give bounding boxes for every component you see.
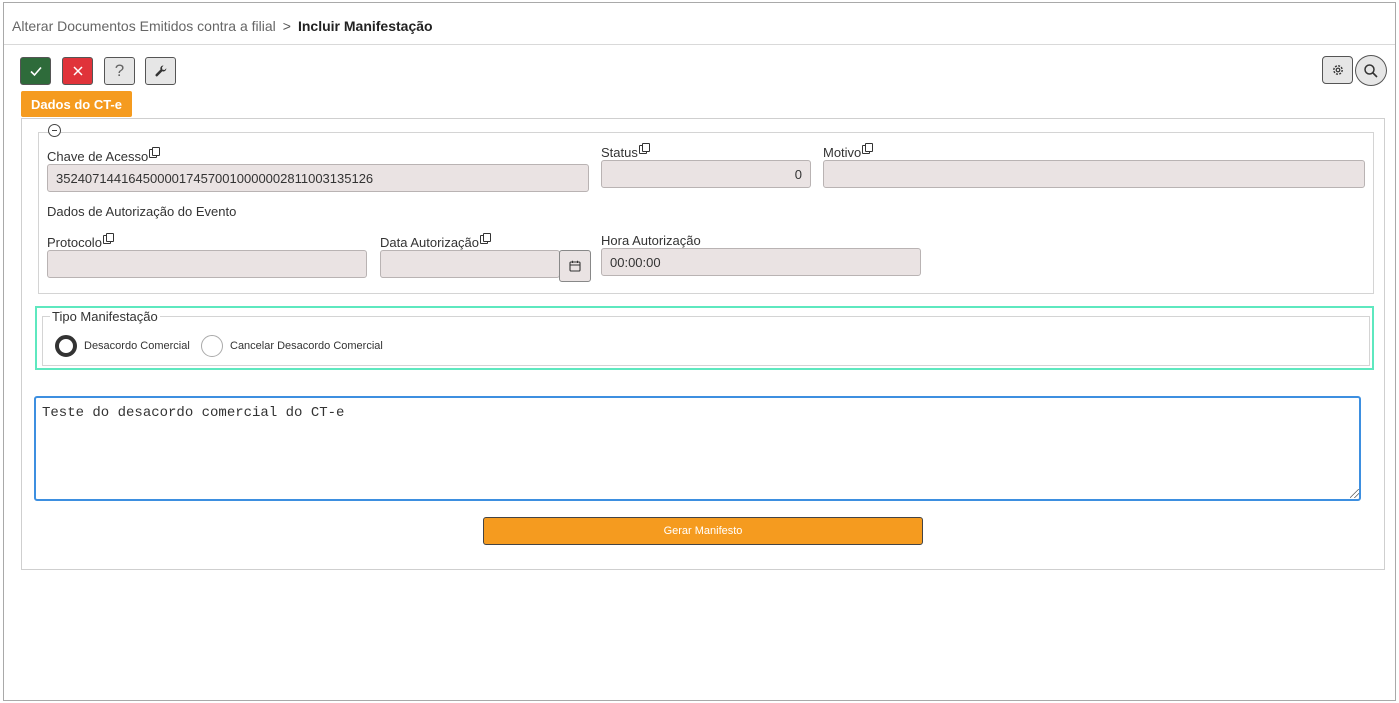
copy-icon[interactable] bbox=[480, 233, 492, 244]
help-button[interactable]: ? bbox=[104, 57, 135, 85]
copy-icon[interactable] bbox=[149, 147, 161, 158]
cancel-button[interactable] bbox=[62, 57, 93, 85]
motivo-label-text: Motivo bbox=[823, 145, 862, 160]
radio-cancelar-desacordo[interactable] bbox=[201, 335, 223, 357]
section-label: Dados de Autorização do Evento bbox=[47, 204, 237, 219]
gear-icon bbox=[1332, 65, 1343, 75]
breadcrumb-separator: > bbox=[282, 18, 291, 34]
data-autorizacao-label: Data Autorização bbox=[380, 233, 492, 250]
gerar-manifesto-label: Gerar Manifesto bbox=[663, 525, 743, 537]
help-label: ? bbox=[114, 61, 125, 80]
window-frame: Alterar Documentos Emitidos contra a fil… bbox=[3, 2, 1396, 701]
calendar-button[interactable] bbox=[559, 250, 591, 282]
tab-dados-cte[interactable]: Dados do CT-e bbox=[21, 91, 132, 117]
hora-autorizacao-label: Hora Autorização bbox=[601, 233, 701, 248]
check-icon bbox=[29, 66, 42, 77]
gerar-manifesto-button[interactable]: Gerar Manifesto bbox=[483, 517, 923, 545]
tab-label: Dados do CT-e bbox=[30, 96, 122, 112]
tipo-manifestacao-legend: Tipo Manifestação bbox=[50, 309, 160, 324]
protocolo-label: Protocolo bbox=[47, 233, 114, 250]
protocolo-label-text: Protocolo bbox=[47, 235, 102, 250]
hora-autorizacao-field[interactable]: 00:00:00 bbox=[601, 248, 921, 276]
search-icon bbox=[1364, 63, 1378, 78]
data-label-text: Data Autorização bbox=[380, 235, 480, 250]
status-label-text: Status bbox=[601, 145, 638, 160]
close-icon bbox=[72, 66, 83, 76]
motivo-field[interactable] bbox=[823, 160, 1365, 188]
status-value: 0 bbox=[794, 166, 802, 182]
header-divider bbox=[4, 44, 1395, 45]
radio-label-cancelar[interactable]: Cancelar Desacordo Comercial bbox=[230, 340, 383, 352]
collapse-icon[interactable] bbox=[48, 124, 61, 137]
resize-grip-icon[interactable] bbox=[1350, 489, 1359, 498]
tools-button[interactable] bbox=[145, 57, 176, 85]
motivo-label: Motivo bbox=[823, 143, 874, 160]
radio-desacordo-comercial[interactable] bbox=[55, 335, 77, 357]
copy-icon[interactable] bbox=[638, 143, 650, 154]
data-autorizacao-field[interactable] bbox=[380, 250, 560, 278]
status-field[interactable]: 0 bbox=[601, 160, 811, 188]
status-label: Status bbox=[601, 143, 650, 160]
radio-label-desacordo[interactable]: Desacordo Comercial bbox=[84, 340, 190, 352]
chave-label-text: Chave de Acesso bbox=[47, 149, 149, 164]
copy-icon[interactable] bbox=[102, 233, 114, 244]
breadcrumb-current: Incluir Manifestação bbox=[297, 18, 433, 34]
breadcrumb: Alterar Documentos Emitidos contra a fil… bbox=[12, 18, 433, 34]
hora-value: 00:00:00 bbox=[610, 254, 661, 270]
wrench-icon bbox=[154, 65, 166, 77]
chave-field[interactable]: 3524071441645000017457001000000281100313… bbox=[47, 164, 589, 192]
settings-button[interactable] bbox=[1322, 56, 1353, 84]
protocolo-field[interactable] bbox=[47, 250, 367, 278]
breadcrumb-parent[interactable]: Alterar Documentos Emitidos contra a fil… bbox=[12, 18, 276, 34]
chave-label: Chave de Acesso bbox=[47, 147, 161, 164]
chave-value: 3524071441645000017457001000000281100313… bbox=[56, 170, 374, 186]
observacao-textarea[interactable]: Teste do desacordo comercial do CT-e bbox=[34, 396, 1361, 501]
calendar-icon bbox=[569, 260, 581, 272]
copy-icon[interactable] bbox=[862, 143, 874, 154]
confirm-button[interactable] bbox=[20, 57, 51, 85]
search-button[interactable] bbox=[1355, 55, 1387, 86]
